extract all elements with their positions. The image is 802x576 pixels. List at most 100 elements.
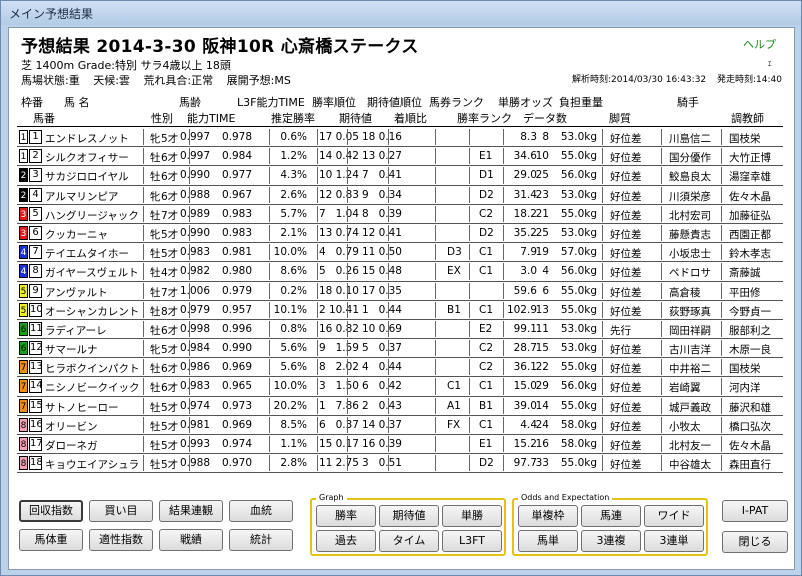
ability-time-cell: 0.997 [179, 150, 210, 163]
record-button[interactable]: 戦績 [159, 529, 223, 551]
column-separator [269, 416, 270, 433]
column-separator [661, 263, 662, 280]
col-win-rate-rank[interactable]: 勝率順位 [312, 94, 356, 110]
data-count-cell: 22 [535, 361, 549, 374]
l3f-ability-cell: 0.981 [221, 246, 252, 259]
ipat-button[interactable]: I-PAT [722, 500, 788, 522]
horse-number: 14 [29, 379, 43, 394]
col-win-rate-rank-grade[interactable]: 勝率ランク [457, 110, 512, 126]
table-row[interactable]: 7 13 ヒラボクインパクト牡 6才 0.986 0.969 5.6% 8 2.02 4 0.44 C… [17, 358, 783, 378]
minimize-icon[interactable]: ｪ [767, 56, 772, 69]
column-separator [469, 301, 470, 318]
graph-win-rate-button[interactable]: 勝率 [316, 505, 376, 527]
col-expected-value[interactable]: 期待値 [339, 110, 372, 126]
col-data-count[interactable]: データ数 [523, 110, 567, 126]
column-separator [661, 301, 662, 318]
graph-expected-value-button[interactable]: 期待値 [379, 505, 439, 527]
column-separator [143, 167, 144, 184]
graph-l3ft-button[interactable]: L3FT [442, 530, 502, 552]
table-row[interactable]: 7 15 サトノヒーロー牡 5才 0.974 0.973 20.2% 1 7.86 2 0.43 A1… [17, 397, 783, 416]
column-separator [317, 282, 318, 299]
col-win-odds[interactable]: 単勝オッズ [498, 94, 553, 110]
expected-value-cell: 1.59 [335, 342, 359, 355]
graph-time-button[interactable]: タイム [379, 530, 439, 552]
column-separator [435, 282, 436, 299]
table-row[interactable]: 4 7 テイエムタイホー牡 5才 0.983 0.981 10.0% 4 0.79 11 0.50 D… [17, 243, 783, 263]
column-separator [388, 397, 389, 414]
column-separator [661, 455, 662, 472]
trio-button[interactable]: 3連複 [581, 530, 641, 552]
result-sequence-button[interactable]: 結果連観 [159, 500, 223, 522]
col-trainer[interactable]: 調教師 [731, 110, 764, 126]
finish-ratio-cell: 0.16 [378, 131, 402, 143]
trainer-cell: 今野貞一 [729, 305, 771, 318]
table-row[interactable]: 3 6 クッカーニャ牝 5才 0.990 0.983 2.1% 13 0.74 12 0.41 D2 3… [17, 224, 783, 244]
column-separator [469, 224, 470, 242]
table-row[interactable]: 5 10 オーシャンカレント牡 8才 0.979 0.957 10.1% 2 10.41 1 0.4… [17, 301, 783, 320]
column-separator [143, 359, 144, 376]
expected-value-cell: 0.10 [335, 284, 359, 297]
column-separator [435, 455, 436, 472]
column-separator [347, 397, 348, 414]
finish-ratio-cell: 0.39 [378, 207, 402, 220]
col-number[interactable]: 馬番 [33, 110, 55, 126]
col-l3f-ability[interactable]: L3F能力TIME [237, 94, 305, 110]
exacta-button[interactable]: 馬単 [518, 530, 578, 552]
table-row[interactable]: 8 17 ダローネガ牡 5才 0.993 0.974 1.1% 15 0.17 16 0.39 E1 1… [17, 435, 783, 455]
col-jockey[interactable]: 騎手 [677, 94, 699, 110]
aptitude-index-button[interactable]: 適性指数 [89, 529, 153, 551]
track-condition: 馬場状態:重 [21, 74, 80, 87]
col-frame[interactable]: 枠番 [21, 94, 43, 110]
col-running-style[interactable]: 脚質 [609, 110, 631, 126]
l3f-ability-cell: 0.983 [221, 226, 252, 239]
col-ticket-rank[interactable]: 馬券ランク [429, 94, 484, 110]
sex-cell: 牡 [150, 420, 161, 433]
statistics-button[interactable]: 統計 [229, 529, 293, 551]
col-horse-name[interactable]: 馬 名 [64, 94, 90, 110]
bracket-quinella-button[interactable]: 単複枠 [518, 505, 578, 527]
bloodline-button[interactable]: 血統 [229, 500, 293, 522]
column-separator [269, 263, 270, 280]
table-row[interactable]: 5 9 アンヴァルト牡 7才 1.006 0.979 0.2% 18 0.10 17 0.35 59.… [17, 282, 783, 301]
ticket-rank-cell: B1 [447, 303, 461, 316]
col-ability-time[interactable]: 能力TIME [187, 110, 235, 126]
recovery-index-button[interactable]: 回収指数 [19, 500, 83, 522]
horse-weight-button[interactable]: 馬体重 [19, 529, 83, 551]
table-row[interactable]: 4 8 ガイヤースヴェルト牡 4才 0.982 0.980 8.6% 5 0.26 15 0.48 E… [17, 262, 783, 282]
table-row[interactable]: 7 14 ニシノビークイック牡 6才 0.983 0.965 10.0% 3 1.50 6 0.42… [17, 377, 783, 397]
table-row[interactable]: 1 2 シルクオフィサー牡 6才 0.997 0.984 1.2% 14 0.42 13 0.27 E… [17, 147, 783, 167]
win-rate-grade-cell: D2 [479, 188, 494, 201]
bet-target-button[interactable]: 買い目 [89, 500, 153, 522]
col-burden-weight[interactable]: 負担重量 [559, 94, 603, 110]
quinella-button[interactable]: 馬連 [581, 505, 641, 527]
column-separator [189, 397, 190, 414]
trifecta-button[interactable]: 3連単 [644, 530, 704, 552]
wide-button[interactable]: ワイド [644, 505, 704, 527]
column-separator [143, 301, 144, 318]
finish-ratio-cell: 0.41 [378, 169, 402, 182]
table-row[interactable]: 6 12 サマールナ牝 5才 0.984 0.990 5.6% 9 1.59 5 0.37 C2 28.… [17, 339, 783, 359]
frame-number: 1 [19, 130, 28, 144]
col-finish-ratio[interactable]: 着順比 [394, 110, 427, 126]
table-row[interactable]: 8 18 キョウエイアシュラ牡 5才 0.988 0.970 2.8% 11 2.75 3 0.51… [17, 454, 783, 474]
horse-number: 10 [29, 302, 43, 317]
table-row[interactable]: 8 16 オリービン牡 5才 0.981 0.969 8.5% 6 0.37 14 0.37 FX C1… [17, 416, 783, 435]
col-est-win-rate[interactable]: 推定勝率 [271, 110, 315, 126]
column-separator [388, 378, 389, 395]
col-expected-rank[interactable]: 期待値順位 [367, 94, 422, 110]
graph-past-button[interactable]: 過去 [316, 530, 376, 552]
table-row[interactable]: 2 3 サカジロロイヤル牡 6才 0.990 0.977 4.3% 10 1.24 7 0.41 D1… [17, 166, 783, 186]
table-row[interactable]: 2 4 アルマリンピア牝 6才 0.988 0.967 2.6% 12 0.83 9 0.34 D2 3… [17, 186, 783, 205]
table-row[interactable]: 6 11 ラディアーレ牡 6才 0.998 0.996 0.8% 16 0.82 10 0.69 E2… [17, 320, 783, 340]
col-age[interactable]: 馬齢 [179, 94, 201, 110]
l3f-ability-cell: 0.957 [221, 303, 252, 316]
table-row[interactable]: 3 5 ハングリージャック牡 7才 0.989 0.983 5.7% 7 1.04 8 0.39 C2… [17, 205, 783, 224]
col-sex[interactable]: 性別 [151, 110, 173, 126]
title-bar[interactable]: メイン予想結果 [1, 1, 801, 25]
graph-win-single-button[interactable]: 単勝 [442, 505, 502, 527]
table-row[interactable]: 1 1 エンドレスノット牝 5才 0.997 0.978 0.6% 17 0.05 18 0.16 8… [17, 128, 783, 148]
column-separator [269, 301, 270, 318]
column-separator [503, 282, 504, 299]
close-button[interactable]: 閉じる [722, 531, 788, 553]
help-link[interactable]: ヘルプ [743, 36, 776, 52]
